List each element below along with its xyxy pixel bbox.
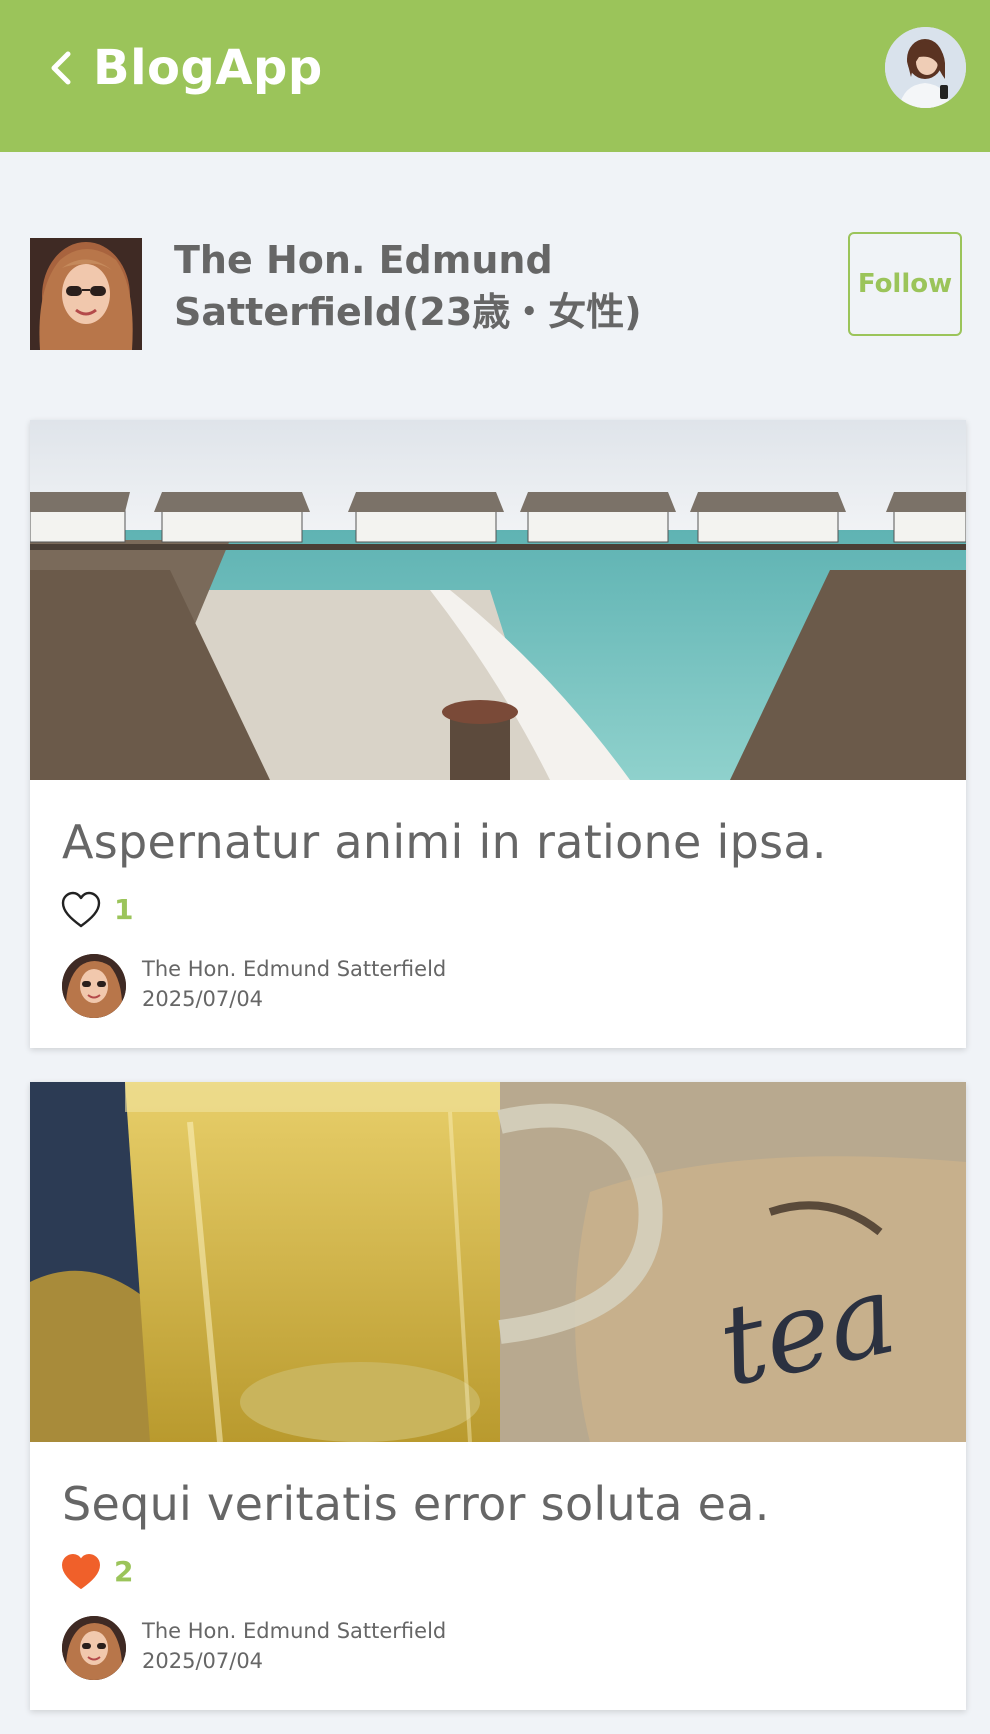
author-name: The Hon. Edmund Satterfield bbox=[142, 1619, 447, 1643]
post-card[interactable]: tea Sequi veritatis error soluta ea. 2 T… bbox=[30, 1082, 966, 1710]
post-title[interactable]: Aspernatur animi in ratione ipsa. bbox=[62, 812, 827, 872]
app-title: BlogApp bbox=[93, 40, 323, 96]
app-bar: BlogApp bbox=[0, 0, 990, 152]
like-count: 1 bbox=[114, 893, 134, 926]
post-date: 2025/07/04 bbox=[142, 987, 264, 1011]
back-button[interactable] bbox=[44, 44, 80, 92]
author-avatar[interactable] bbox=[62, 1616, 126, 1680]
chevron-left-icon bbox=[51, 51, 71, 85]
like-count: 2 bbox=[114, 1555, 134, 1588]
follow-button[interactable]: Follow bbox=[848, 232, 962, 336]
post-title[interactable]: Sequi veritatis error soluta ea. bbox=[62, 1474, 770, 1534]
post-image[interactable]: tea bbox=[30, 1082, 966, 1442]
profile-header: The Hon. Edmund Satterfield(23歳・女性) Foll… bbox=[30, 232, 966, 350]
post-image[interactable] bbox=[30, 420, 966, 780]
heart-outline-icon[interactable] bbox=[60, 890, 102, 930]
post-card[interactable]: Aspernatur animi in ratione ipsa. 1 The … bbox=[30, 420, 966, 1048]
header-user-avatar[interactable] bbox=[885, 27, 966, 108]
post-date: 2025/07/04 bbox=[142, 1649, 264, 1673]
heart-filled-icon[interactable] bbox=[60, 1552, 102, 1592]
author-avatar[interactable] bbox=[62, 954, 126, 1018]
author-name: The Hon. Edmund Satterfield bbox=[142, 957, 447, 981]
profile-name: The Hon. Edmund Satterfield(23歳・女性) bbox=[174, 238, 642, 334]
profile-photo bbox=[30, 238, 142, 350]
